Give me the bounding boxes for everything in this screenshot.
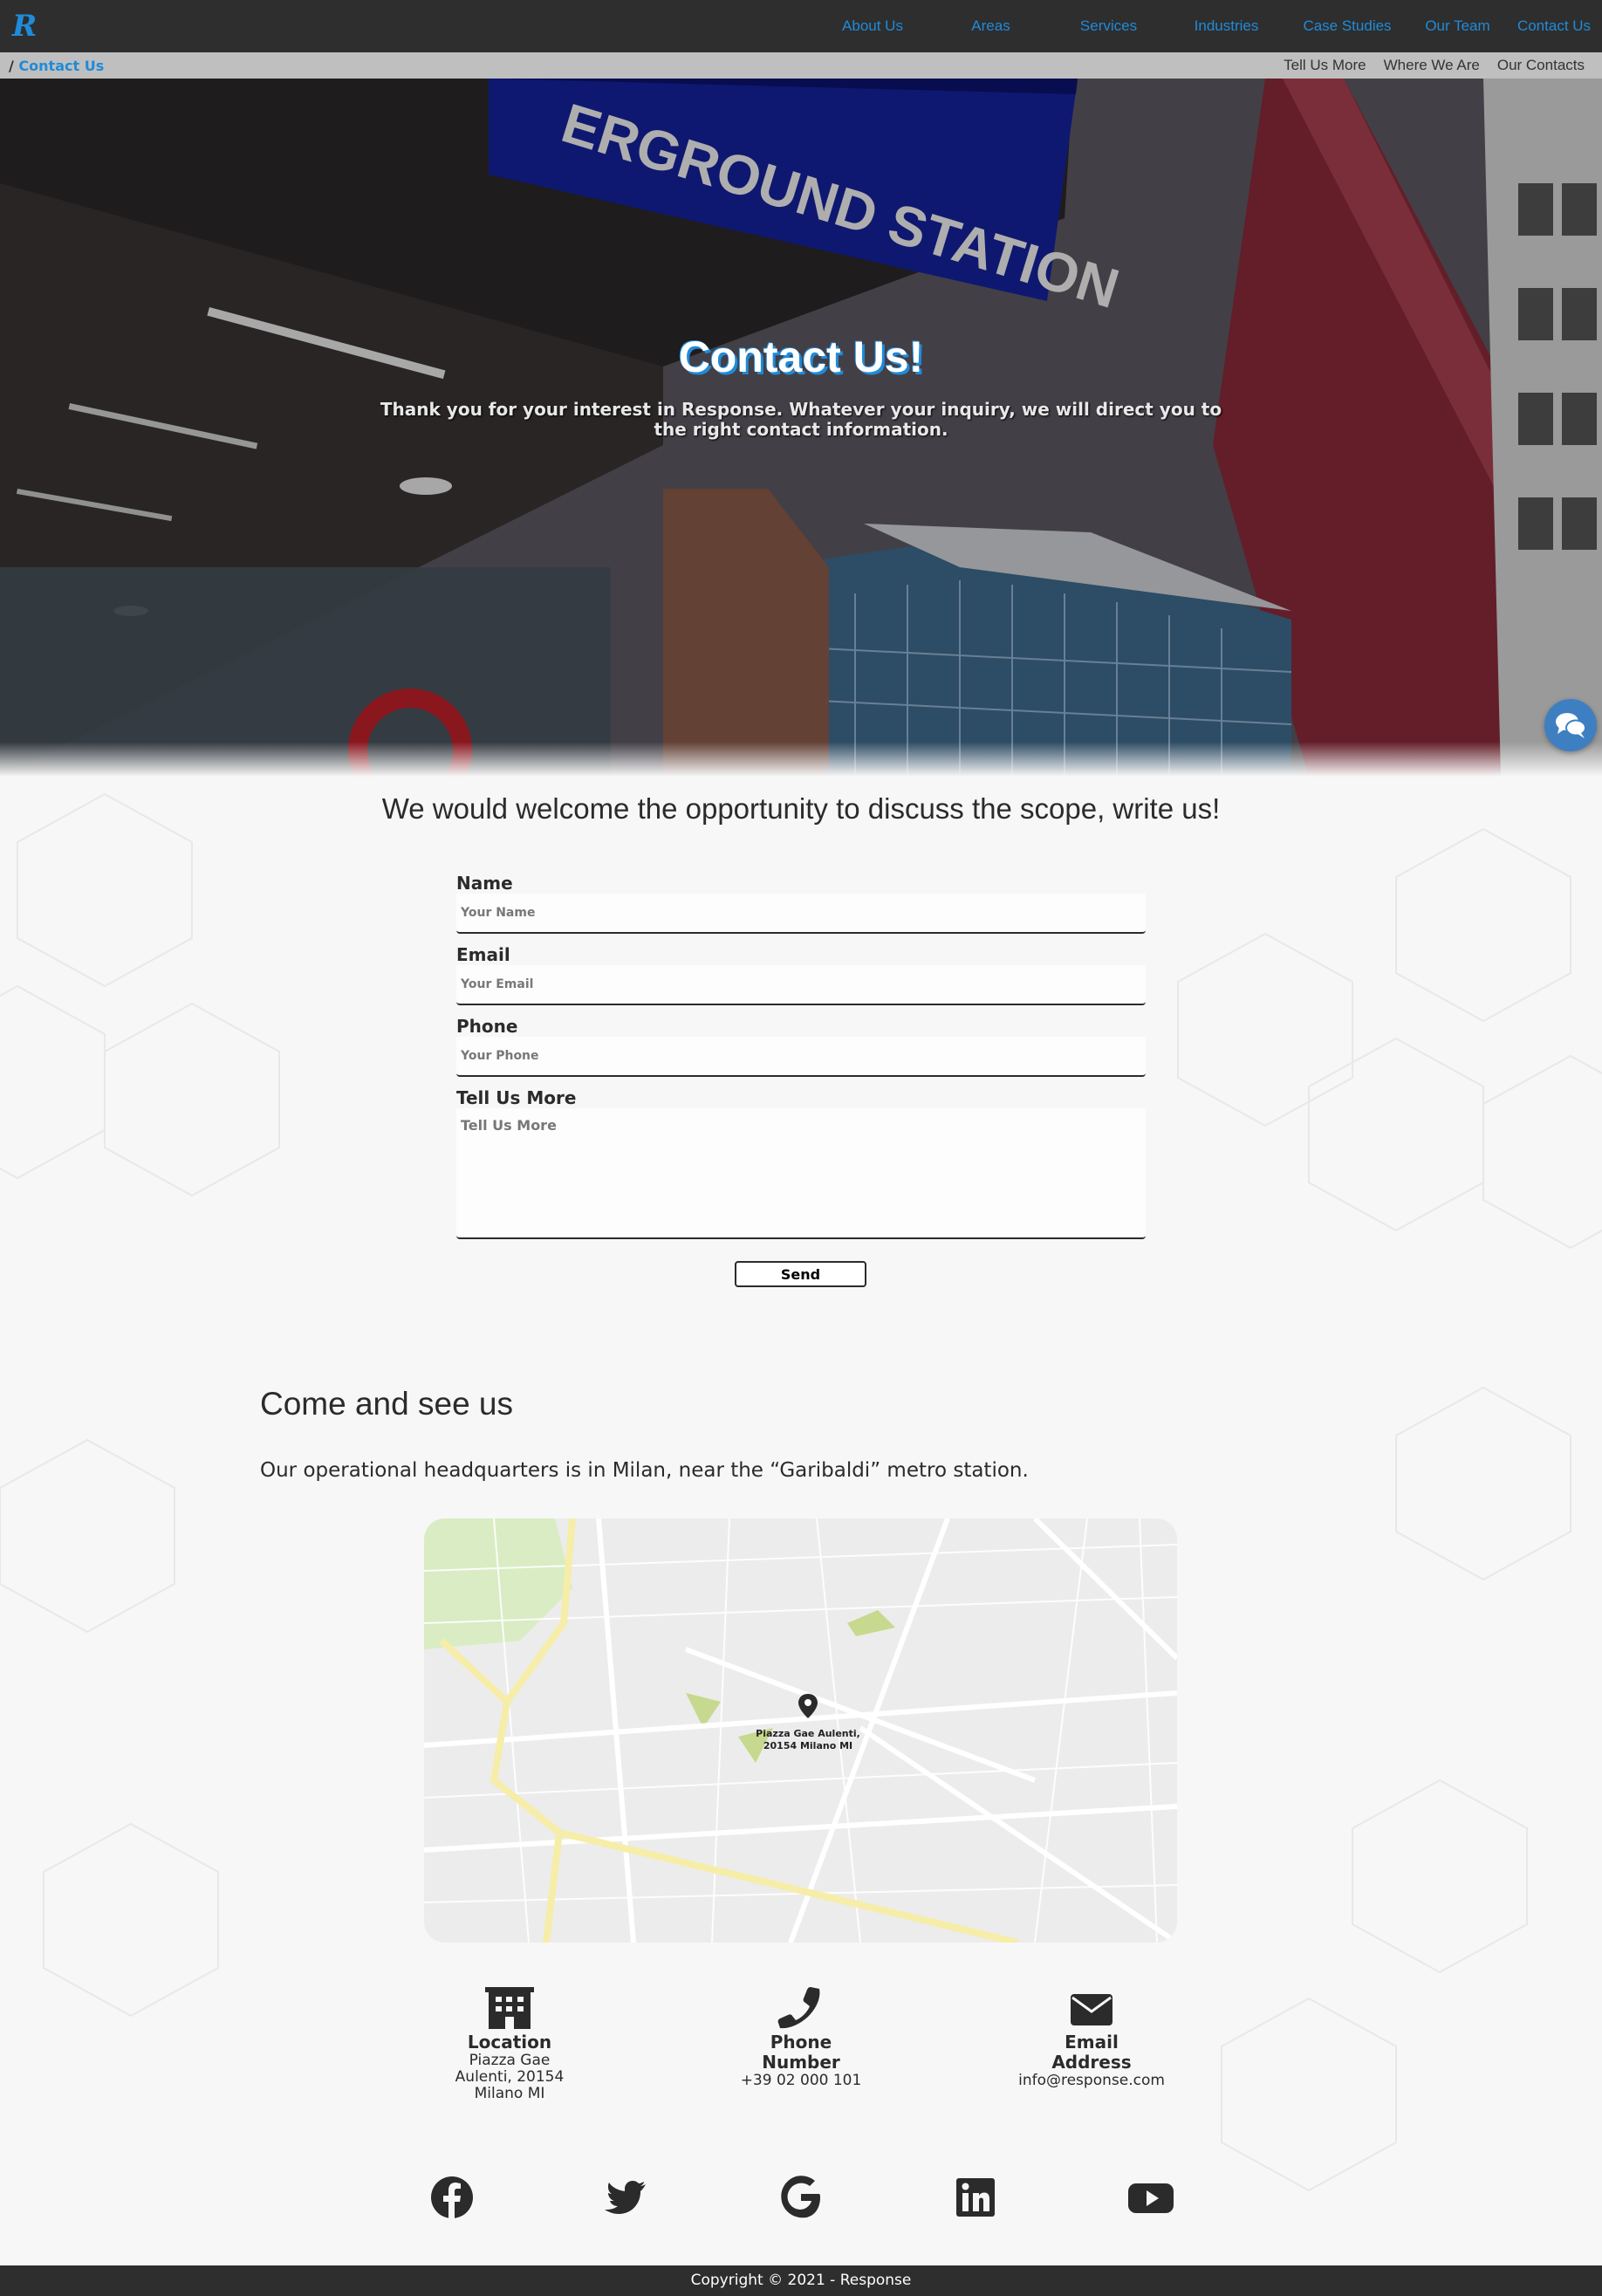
- copyright-text: Copyright © 2021 - Response: [690, 2272, 912, 2289]
- sub-navbar: / Contact Us Tell Us More Where We Are O…: [0, 52, 1602, 79]
- nav-case-studies[interactable]: Case Studies: [1285, 17, 1409, 35]
- linkedin-icon[interactable]: [954, 2176, 997, 2219]
- building-icon: [485, 1987, 534, 2029]
- footer: Copyright © 2021 - Response: [0, 2265, 1602, 2296]
- email-info: Email Address info@response.com: [1004, 1985, 1179, 2089]
- location-title: Location: [467, 2032, 552, 2053]
- map-pin-label-1: Piazza Gae Aulenti,: [756, 1728, 860, 1739]
- location-map[interactable]: Piazza Gae Aulenti, 20154 Milano MI: [424, 1518, 1177, 1943]
- visit-text: Our operational headquarters is in Milan…: [260, 1459, 1029, 1482]
- name-field[interactable]: [456, 894, 1146, 934]
- email-value[interactable]: info@response.com: [1004, 2073, 1179, 2089]
- contact-form: Name Email Phone Tell Us More Send: [456, 873, 1146, 1287]
- youtube-icon[interactable]: [1128, 2176, 1174, 2219]
- phone-title: Phone Number: [762, 2032, 840, 2073]
- facebook-icon[interactable]: [430, 2176, 474, 2219]
- phone-label: Phone: [456, 1016, 518, 1037]
- page-anchors: Tell Us More Where We Are Our Contacts: [1284, 57, 1585, 74]
- breadcrumb: / Contact Us: [9, 58, 104, 74]
- anchor-tell-us-more[interactable]: Tell Us More: [1284, 57, 1366, 74]
- email-field[interactable]: [456, 965, 1146, 1005]
- logo[interactable]: R: [12, 10, 37, 43]
- hero-title: Contact Us!: [678, 332, 924, 381]
- nav-services[interactable]: Services: [1050, 17, 1167, 35]
- tell-us-more-field[interactable]: [456, 1108, 1146, 1239]
- send-button[interactable]: Send: [735, 1261, 866, 1287]
- hero-fade: [0, 742, 1602, 777]
- hero-banner: ERGROUND STATION Contact Us! Thank you f…: [0, 79, 1602, 777]
- nav-contact-us[interactable]: Contact Us: [1506, 17, 1602, 35]
- form-heading: We would welcome the opportunity to disc…: [381, 792, 1221, 825]
- chat-icon: [1556, 713, 1586, 738]
- phone-icon: [777, 1987, 820, 2029]
- nav-about-us[interactable]: About Us: [813, 17, 932, 35]
- google-icon[interactable]: [779, 2176, 823, 2219]
- chat-button[interactable]: [1544, 699, 1597, 751]
- breadcrumb-current[interactable]: Contact Us: [18, 58, 104, 74]
- nav-our-team[interactable]: Our Team: [1409, 17, 1506, 35]
- phone-info: Phone Number +39 02 000 101: [714, 1985, 888, 2089]
- location-info: Location Piazza Gae Aulenti, 20154 Milan…: [422, 1985, 597, 2102]
- map-pin-label-2: 20154 Milano MI: [763, 1740, 852, 1751]
- anchor-our-contacts[interactable]: Our Contacts: [1497, 57, 1585, 74]
- nav-areas[interactable]: Areas: [932, 17, 1050, 35]
- twitter-icon[interactable]: [605, 2176, 648, 2219]
- phone-value[interactable]: +39 02 000 101: [714, 2073, 888, 2089]
- name-label: Name: [456, 873, 513, 894]
- top-navbar: R About Us Areas Services Industries Cas…: [0, 0, 1602, 52]
- hero-subtitle: Thank you for your interest in Response.…: [380, 399, 1222, 440]
- location-value: Piazza Gae Aulenti, 20154 Milano MI: [455, 2052, 565, 2102]
- breadcrumb-separator: /: [9, 58, 14, 74]
- map-graphic: Piazza Gae Aulenti, 20154 Milano MI: [424, 1518, 1177, 1943]
- tell-us-more-label: Tell Us More: [456, 1087, 577, 1108]
- anchor-where-we-are[interactable]: Where We Are: [1384, 57, 1480, 74]
- visit-heading: Come and see us: [260, 1386, 514, 1422]
- email-title: Email Address: [1051, 2032, 1132, 2073]
- envelope-icon: [1071, 1994, 1112, 2025]
- email-label: Email: [456, 944, 510, 965]
- phone-field[interactable]: [456, 1037, 1146, 1077]
- main-nav: About Us Areas Services Industries Case …: [813, 0, 1602, 52]
- nav-industries[interactable]: Industries: [1167, 17, 1285, 35]
